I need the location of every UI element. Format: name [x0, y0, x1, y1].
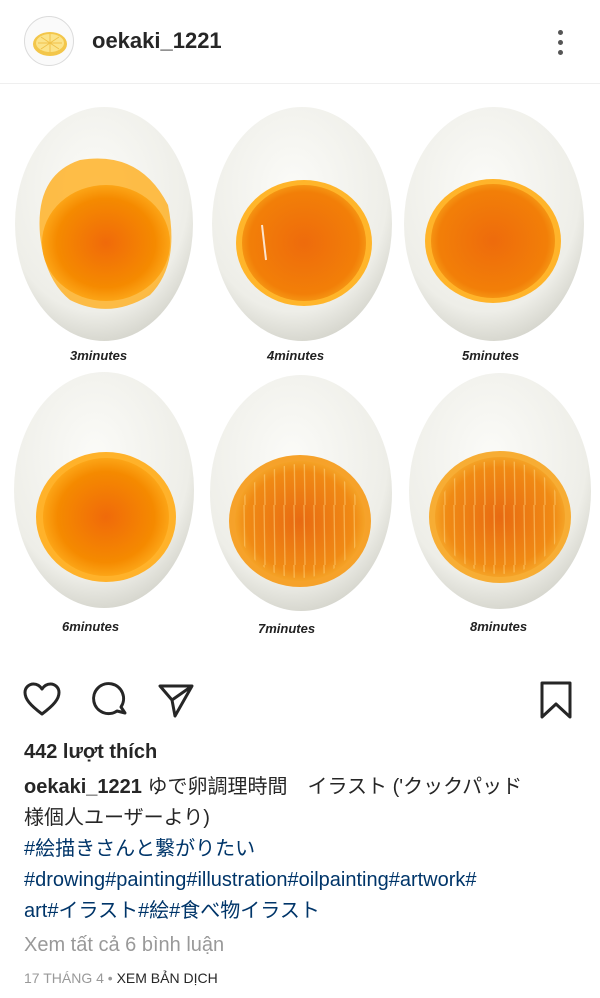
- caption-text: ゆで卵調理時間 イラスト ('クックパッド: [147, 776, 523, 798]
- lemon-avatar-icon: [33, 32, 67, 56]
- bookmark-icon: [540, 681, 572, 719]
- comment-button[interactable]: [88, 676, 132, 724]
- eggs-illustration: 3minutes 4minutes 5minutes 6minutes 7min…: [14, 107, 591, 636]
- post-header: oekaki_1221: [0, 0, 600, 84]
- share-button[interactable]: [154, 676, 198, 724]
- save-button[interactable]: [534, 676, 578, 724]
- hashtag-line-3[interactable]: art#イラスト#絵#食べ物イラスト: [24, 896, 584, 927]
- label-7minutes: 7minutes: [258, 621, 315, 636]
- likes-count[interactable]: 442 lượt thích: [24, 741, 157, 764]
- egg-4minutes: [212, 107, 392, 341]
- like-button[interactable]: [20, 676, 64, 724]
- heart-icon: [23, 682, 61, 716]
- label-8minutes: 8minutes: [470, 619, 527, 634]
- profile-avatar[interactable]: [24, 16, 74, 66]
- egg-8minutes: [409, 373, 591, 609]
- post-caption: oekaki_1221 ゆで卵調理時間 イラスト ('クックパッド 様個人ユーザ…: [24, 772, 584, 927]
- view-all-comments-link[interactable]: Xem tất cả 6 bình luận: [24, 934, 224, 957]
- post-date: 17 THÁNG 4: [24, 970, 104, 986]
- comment-icon: [92, 682, 127, 716]
- label-6minutes: 6minutes: [62, 619, 119, 634]
- caption-line-2: 様個人ユーザーより): [24, 807, 210, 829]
- label-3minutes: 3minutes: [70, 348, 127, 363]
- hashtag-line-2[interactable]: #drowing#painting#illustration#oilpainti…: [24, 865, 584, 896]
- egg-5minutes: [404, 107, 584, 341]
- post-image[interactable]: 3minutes 4minutes 5minutes 6minutes 7min…: [0, 85, 600, 655]
- label-4minutes: 4minutes: [266, 348, 324, 363]
- egg-6minutes: [14, 372, 194, 608]
- egg-7minutes: [210, 375, 392, 611]
- footer-separator: •: [103, 970, 117, 986]
- caption-username[interactable]: oekaki_1221: [24, 776, 142, 798]
- egg-3minutes: [15, 107, 193, 341]
- caption-line-1: oekaki_1221 ゆで卵調理時間 イラスト ('クックパッド: [24, 772, 584, 803]
- send-icon: [158, 684, 194, 718]
- post-footer: 17 THÁNG 4 • XEM BẢN DỊCH: [24, 970, 218, 986]
- post-actions: [0, 676, 600, 728]
- label-5minutes: 5minutes: [462, 348, 519, 363]
- post-username[interactable]: oekaki_1221: [92, 28, 222, 54]
- more-options-icon[interactable]: [546, 22, 574, 62]
- see-translation-link[interactable]: XEM BẢN DỊCH: [117, 970, 218, 986]
- hashtag-line-1[interactable]: #絵描きさんと繋がりたい: [24, 834, 584, 865]
